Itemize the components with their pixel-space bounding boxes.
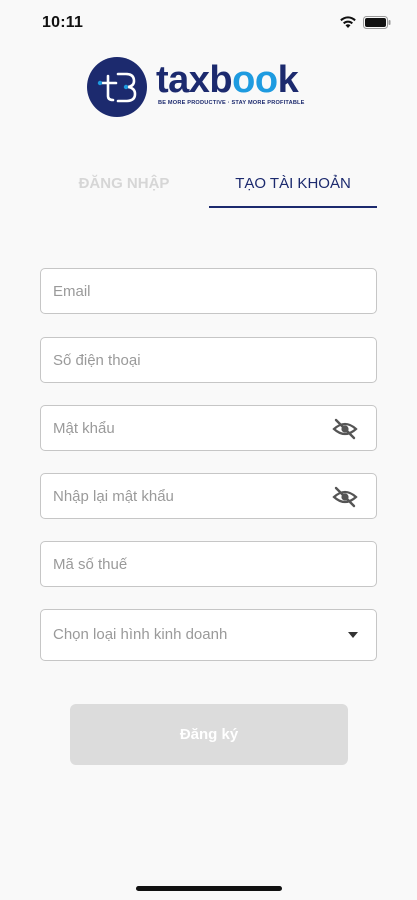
logo-mark-icon [87, 57, 147, 117]
email-input[interactable] [53, 269, 323, 313]
auth-tabs: ĐĂNG NHẬP TẠO TÀI KHOẢN [40, 164, 377, 208]
wifi-icon [340, 16, 356, 28]
password-input[interactable] [53, 406, 323, 450]
status-bar: 10:11 [0, 0, 417, 46]
battery-icon [363, 15, 391, 29]
confirm-password-field[interactable] [40, 473, 377, 519]
eye-off-icon[interactable] [332, 417, 358, 441]
phone-input[interactable] [53, 338, 323, 382]
phone-field[interactable] [40, 337, 377, 383]
home-indicator [136, 886, 282, 891]
confirm-password-input[interactable] [53, 474, 323, 518]
caret-down-icon [348, 632, 358, 638]
tab-login[interactable]: ĐĂNG NHẬP [40, 164, 208, 208]
eye-off-icon[interactable] [332, 485, 358, 509]
business-type-select[interactable]: Chọn loại hình kinh doanh [40, 609, 377, 661]
taxbook-logo: taxbook BE MORE PRODUCTIVE · STAY MORE P… [86, 56, 334, 120]
status-time: 10:11 [42, 14, 84, 31]
tax-code-field[interactable] [40, 541, 377, 587]
tab-register[interactable]: TẠO TÀI KHOẢN [209, 164, 377, 208]
register-button[interactable]: Đăng ký [70, 704, 348, 765]
email-field[interactable] [40, 268, 377, 314]
business-type-placeholder: Chọn loại hình kinh doanh [53, 626, 228, 643]
logo-wordmark: taxbook [156, 59, 299, 101]
logo-tagline: BE MORE PRODUCTIVE · STAY MORE PROFITABL… [158, 100, 305, 106]
status-icons [339, 15, 391, 29]
password-field[interactable] [40, 405, 377, 451]
tax-code-input[interactable] [53, 542, 323, 586]
